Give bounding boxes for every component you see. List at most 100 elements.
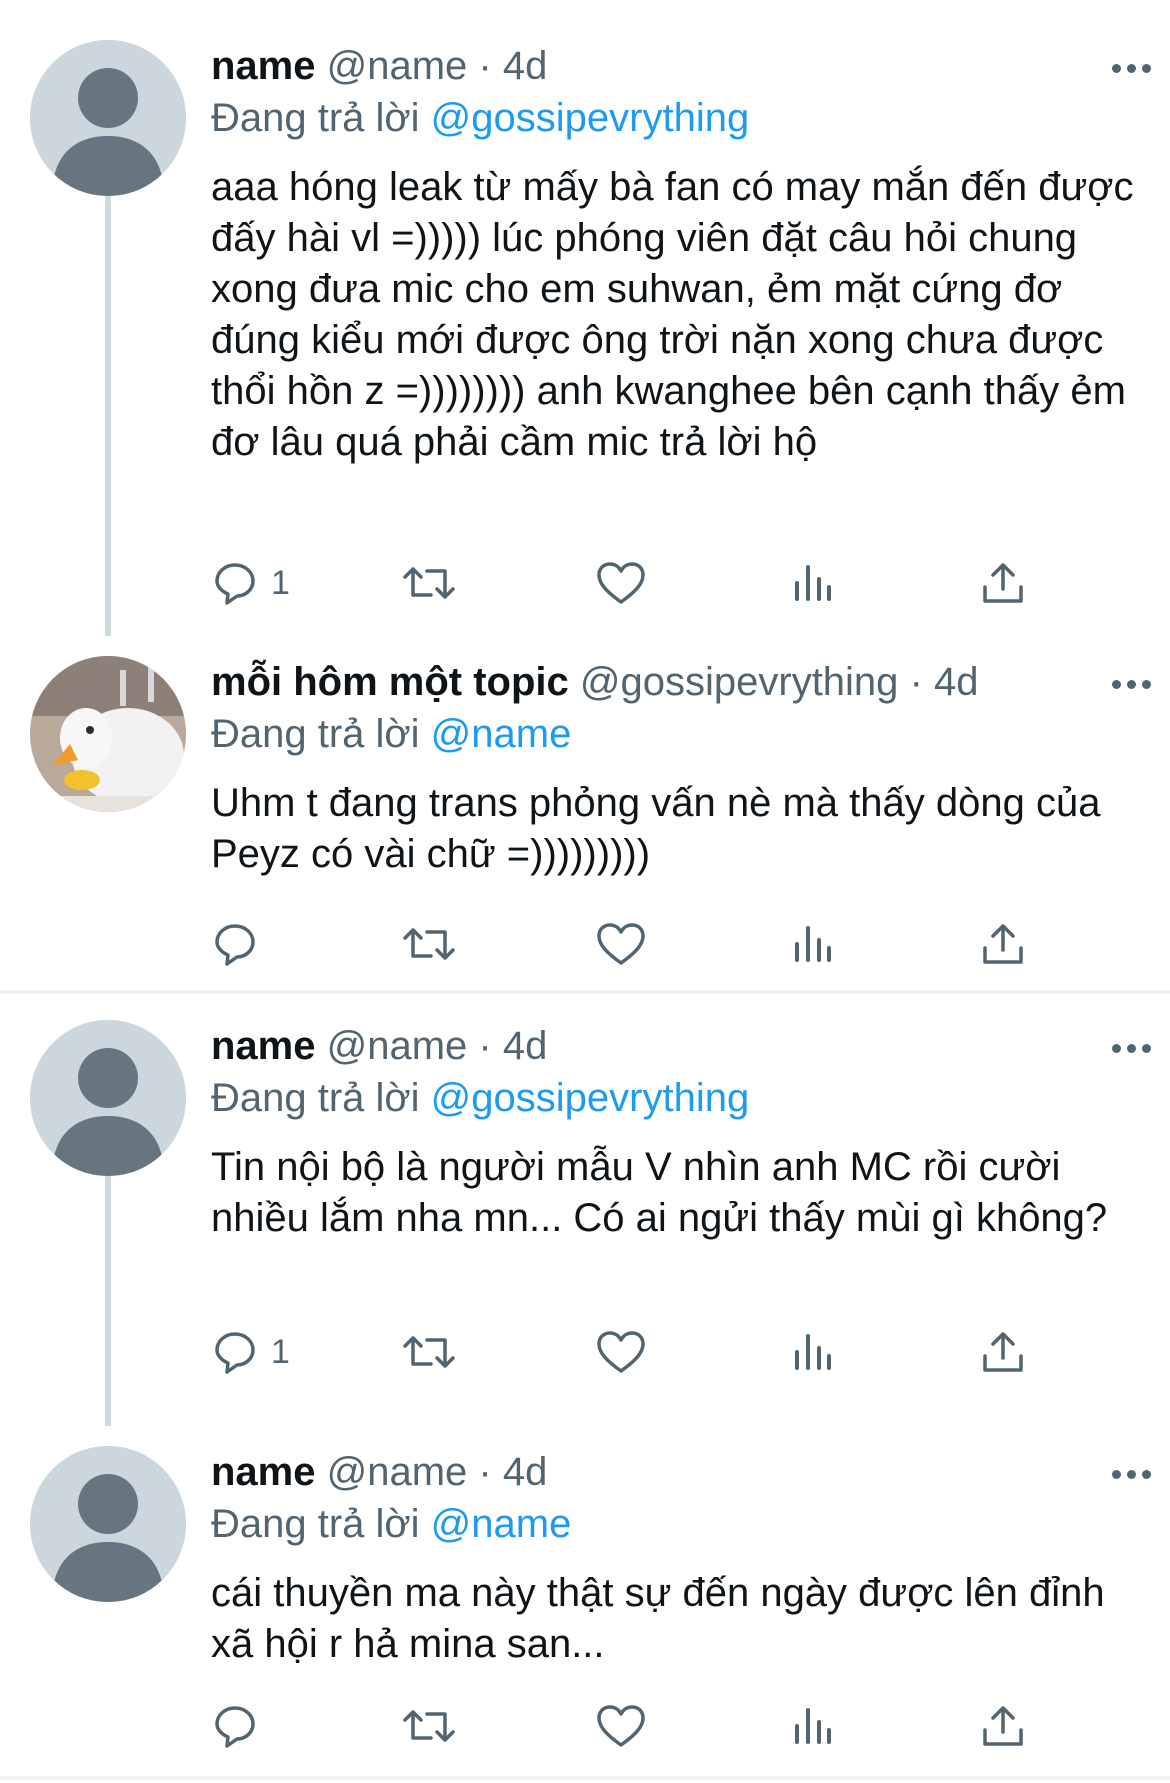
mention-link[interactable]: @name bbox=[431, 712, 572, 756]
retweet-button[interactable] bbox=[401, 916, 457, 972]
display-name[interactable]: name bbox=[211, 1450, 316, 1494]
bar-chart-icon bbox=[795, 565, 831, 601]
mention-link[interactable]: @gossipevrything bbox=[431, 1076, 750, 1120]
goose-avatar-image bbox=[30, 656, 186, 812]
tweet-header: name @name · 4d bbox=[211, 38, 1140, 94]
replying-to-label: Đang trả lời bbox=[211, 1076, 420, 1120]
display-name[interactable]: mỗi hôm một topic bbox=[211, 660, 569, 704]
timestamp[interactable]: 4d bbox=[934, 660, 979, 704]
share-button[interactable] bbox=[979, 1324, 1027, 1380]
mention-link[interactable]: @name bbox=[431, 1502, 572, 1546]
more-options-button[interactable] bbox=[1112, 674, 1152, 694]
replying-to-label: Đang trả lời bbox=[211, 1502, 420, 1546]
more-options-button[interactable] bbox=[1112, 58, 1152, 78]
replying-to: Đang trả lời @gossipevrything bbox=[211, 1070, 749, 1126]
retweet-icon bbox=[403, 1336, 455, 1368]
timestamp[interactable]: 4d bbox=[503, 1024, 548, 1068]
ellipsis-icon bbox=[1112, 1044, 1121, 1053]
tweet-4[interactable]: name @name · 4d Đang trả lời @name cái t… bbox=[0, 1426, 1170, 1776]
share-button[interactable] bbox=[979, 1698, 1027, 1754]
tweet-3[interactable]: name @name · 4d Đang trả lời @gossipevry… bbox=[0, 994, 1170, 1426]
user-handle[interactable]: @name bbox=[327, 1450, 468, 1494]
retweet-icon bbox=[403, 567, 455, 599]
thread-line bbox=[105, 1176, 111, 1426]
bar-chart-icon bbox=[795, 1334, 831, 1370]
default-profile-icon bbox=[30, 1020, 186, 1176]
timestamp[interactable]: 4d bbox=[503, 1450, 548, 1494]
analytics-button[interactable] bbox=[791, 916, 835, 972]
speech-bubble-icon bbox=[215, 924, 255, 966]
bottom-divider bbox=[0, 1776, 1170, 1780]
tweet-header: name @name · 4d bbox=[211, 1444, 1140, 1500]
separator-dot: · bbox=[909, 660, 923, 704]
tweet-2[interactable]: mỗi hôm một topic @gossipevrything · 4d … bbox=[0, 636, 1170, 990]
avatar-default[interactable] bbox=[30, 40, 186, 196]
avatar-default[interactable] bbox=[30, 1446, 186, 1602]
speech-bubble-icon bbox=[215, 1706, 255, 1748]
retweet-icon bbox=[403, 928, 455, 960]
mention-link[interactable]: @gossipevrything bbox=[431, 96, 750, 140]
reply-button[interactable]: 1 bbox=[211, 555, 290, 611]
retweet-button[interactable] bbox=[401, 1698, 457, 1754]
tweet-text: Tin nội bộ là người mẫu V nhìn anh MC rồ… bbox=[211, 1145, 1108, 1240]
reply-count: 1 bbox=[271, 563, 290, 602]
ellipsis-icon bbox=[1112, 64, 1121, 73]
default-profile-icon bbox=[30, 1446, 186, 1602]
share-button[interactable] bbox=[979, 555, 1027, 611]
tweet-actions: 1 bbox=[211, 555, 1031, 611]
speech-bubble-icon bbox=[215, 1332, 255, 1374]
bar-chart-icon bbox=[795, 1708, 831, 1744]
more-options-button[interactable] bbox=[1112, 1464, 1152, 1484]
share-button[interactable] bbox=[979, 916, 1027, 972]
reply-button[interactable]: 1 bbox=[211, 1324, 290, 1380]
replying-to: Đang trả lời @gossipevrything bbox=[211, 90, 749, 146]
like-button[interactable] bbox=[595, 1324, 647, 1380]
replying-to: Đang trả lời @name bbox=[211, 706, 571, 762]
reply-button[interactable] bbox=[211, 1698, 271, 1754]
user-handle[interactable]: @gossipevrything bbox=[580, 660, 899, 704]
avatar-goose[interactable] bbox=[30, 656, 186, 812]
tweet-header: name @name · 4d bbox=[211, 1018, 1140, 1074]
heart-icon bbox=[597, 1705, 645, 1747]
like-button[interactable] bbox=[595, 1698, 647, 1754]
analytics-button[interactable] bbox=[791, 1324, 835, 1380]
retweet-button[interactable] bbox=[401, 1324, 457, 1380]
tweet-text: Uhm t đang trans phỏng vấn nè mà thấy dò… bbox=[211, 781, 1101, 876]
user-handle[interactable]: @name bbox=[327, 1024, 468, 1068]
tweet-text: cái thuyền ma này thật sự đến ngày được … bbox=[211, 1571, 1105, 1666]
tweet-header: mỗi hôm một topic @gossipevrything · 4d bbox=[211, 654, 1140, 710]
tweet-actions bbox=[211, 1698, 1031, 1754]
analytics-button[interactable] bbox=[791, 555, 835, 611]
heart-icon bbox=[597, 1331, 645, 1373]
share-upload-icon bbox=[983, 1332, 1023, 1372]
thread-line bbox=[105, 196, 111, 636]
display-name[interactable]: name bbox=[211, 44, 316, 88]
reply-button[interactable] bbox=[211, 916, 271, 972]
default-profile-icon bbox=[30, 40, 186, 196]
avatar-default[interactable] bbox=[30, 1020, 186, 1176]
tweet-actions bbox=[211, 916, 1031, 972]
user-handle[interactable]: @name bbox=[327, 44, 468, 88]
share-upload-icon bbox=[983, 563, 1023, 603]
separator-dot: · bbox=[478, 1024, 492, 1068]
separator-dot: · bbox=[478, 1450, 492, 1494]
retweet-icon bbox=[403, 1710, 455, 1742]
display-name[interactable]: name bbox=[211, 1024, 316, 1068]
more-options-button[interactable] bbox=[1112, 1038, 1152, 1058]
timestamp[interactable]: 4d bbox=[503, 44, 548, 88]
tweet-actions: 1 bbox=[211, 1324, 1031, 1380]
share-upload-icon bbox=[983, 924, 1023, 964]
replying-to-label: Đang trả lời bbox=[211, 712, 420, 756]
heart-icon bbox=[597, 923, 645, 965]
speech-bubble-icon bbox=[215, 563, 255, 605]
ellipsis-icon bbox=[1112, 1470, 1121, 1479]
like-button[interactable] bbox=[595, 916, 647, 972]
tweet-1[interactable]: name @name · 4d Đang trả lời @gossipevry… bbox=[0, 0, 1170, 636]
tweet-text: aaa hóng leak từ mấy bà fan có may mắn đ… bbox=[211, 165, 1134, 464]
ellipsis-icon bbox=[1112, 680, 1121, 689]
analytics-button[interactable] bbox=[791, 1698, 835, 1754]
reply-count: 1 bbox=[271, 1332, 290, 1371]
retweet-button[interactable] bbox=[401, 555, 457, 611]
replying-to: Đang trả lời @name bbox=[211, 1496, 571, 1552]
like-button[interactable] bbox=[595, 555, 647, 611]
